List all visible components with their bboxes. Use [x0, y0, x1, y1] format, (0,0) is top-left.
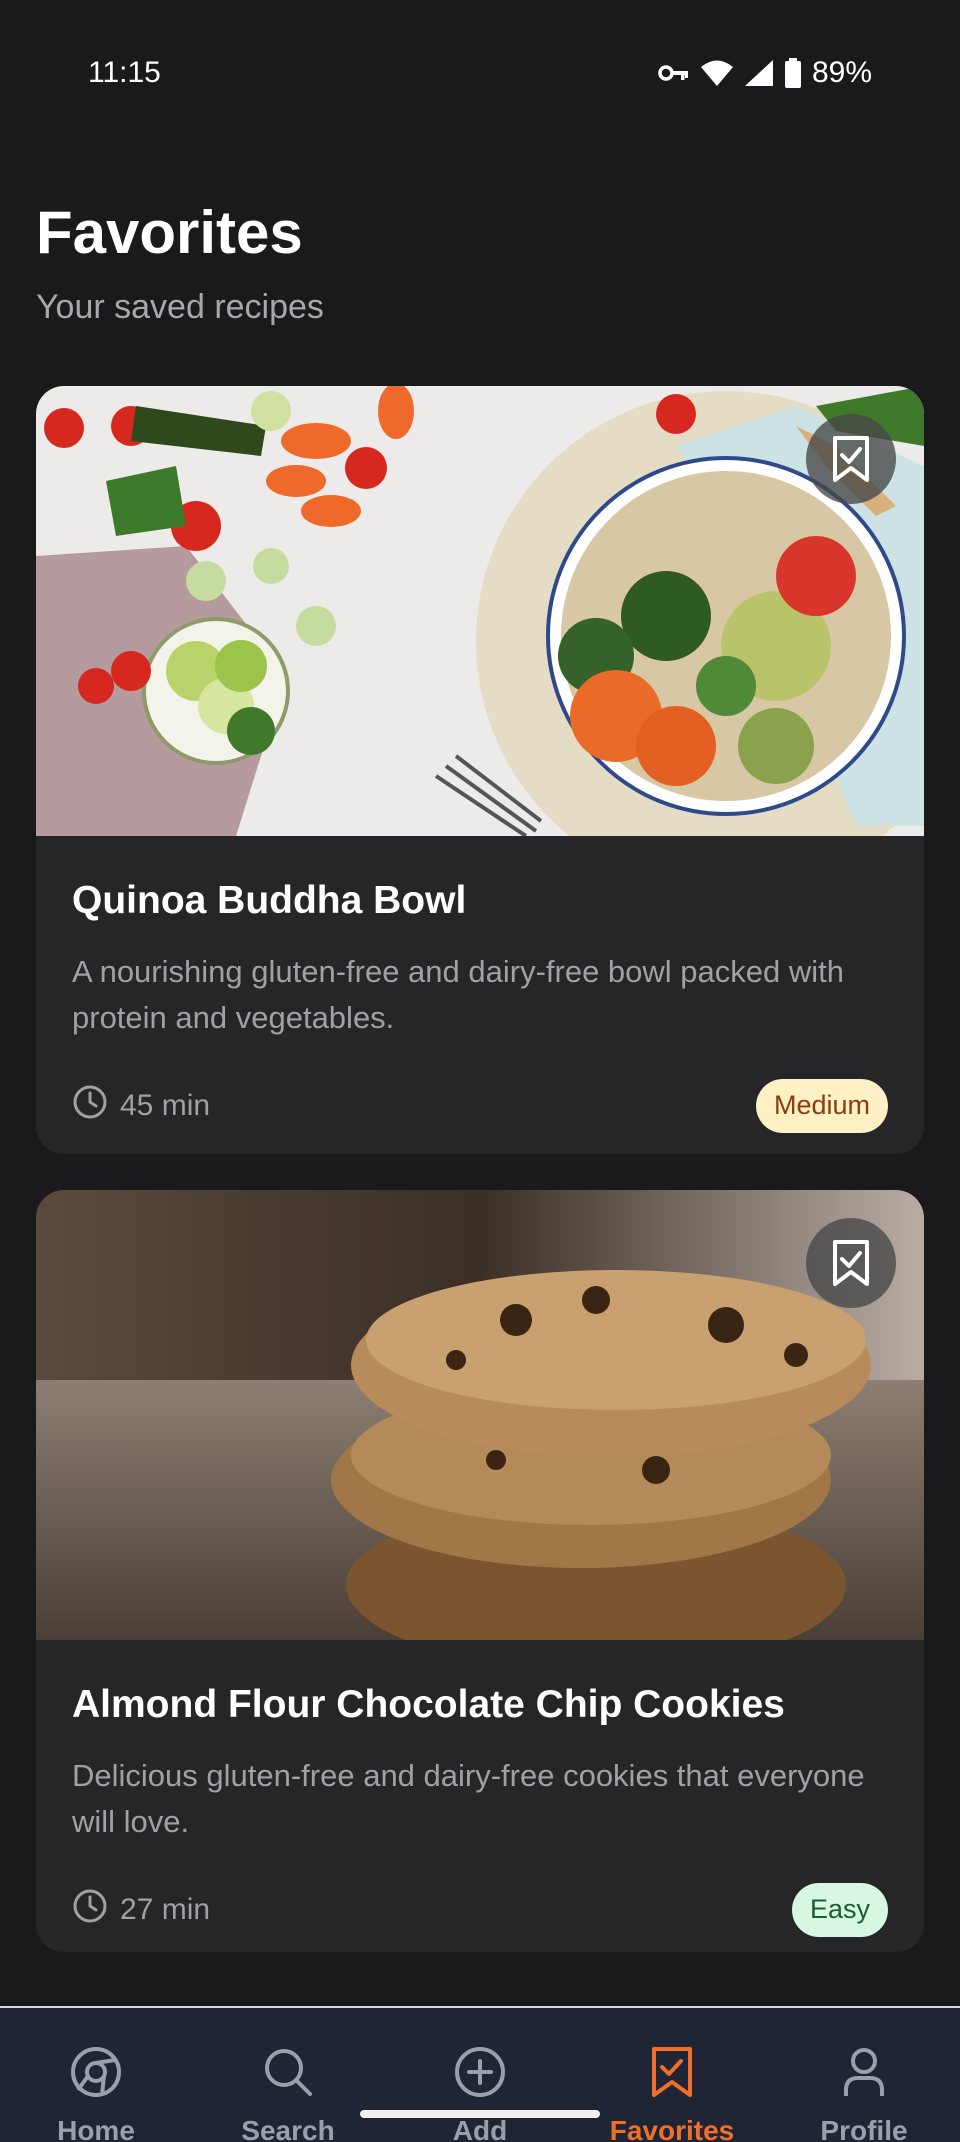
nav-item-profile[interactable]: Profile — [784, 2046, 944, 2142]
difficulty-badge: Easy — [791, 1882, 888, 1937]
recipe-meta: 27 min Easy — [72, 1882, 888, 1937]
recipe-time: 45 min — [72, 1084, 210, 1128]
status-bar: 11:15 89% — [0, 0, 960, 110]
bookmark-check-icon — [650, 2046, 694, 2105]
add-circle-icon — [454, 2046, 506, 2105]
home-logo-icon — [70, 2046, 122, 2105]
recipe-card[interactable]: Almond Flour Chocolate Chip Cookies Deli… — [36, 1190, 924, 1952]
search-icon — [262, 2046, 314, 2105]
bookmark-button[interactable] — [806, 414, 896, 504]
bookmark-check-icon — [831, 1239, 871, 1287]
nav-item-add[interactable]: Add — [400, 2046, 560, 2142]
recipe-time-text: 45 min — [120, 1088, 211, 1122]
battery-icon — [784, 58, 802, 88]
recipe-description: Delicious gluten-free and dairy-free coo… — [72, 1757, 865, 1839]
recipe-title: Almond Flour Chocolate Chip Cookies — [72, 1683, 785, 1726]
bottom-nav: Home Search Add Favorites Profile — [0, 2006, 960, 2142]
nav-item-home[interactable]: Home — [16, 2046, 176, 2142]
recipe-title: Quinoa Buddha Bowl — [72, 879, 467, 922]
signal-icon — [744, 59, 774, 87]
difficulty-badge: Medium — [755, 1078, 888, 1133]
bookmark-check-icon — [831, 435, 871, 483]
clock-icon — [72, 1888, 108, 1932]
wifi-icon — [700, 59, 734, 87]
clock-icon — [72, 1084, 108, 1128]
nav-item-search[interactable]: Search — [208, 2046, 368, 2142]
battery-percent: 89% — [811, 56, 872, 89]
person-icon — [838, 2046, 890, 2105]
recipe-time-text: 27 min — [120, 1892, 211, 1926]
nav-label: Profile — [820, 2115, 908, 2142]
recipe-meta: 45 min Medium — [72, 1078, 888, 1133]
home-indicator[interactable] — [360, 2110, 600, 2118]
status-icons: 89% — [658, 56, 872, 90]
recipe-image — [36, 1190, 924, 1640]
page-title: Favorites — [36, 199, 303, 266]
vpn-key-icon — [658, 62, 690, 84]
recipe-description: A nourishing gluten-free and dairy-free … — [72, 953, 845, 1035]
page-subtitle: Your saved recipes — [36, 288, 324, 326]
nav-label: Favorites — [609, 2115, 735, 2142]
nav-label: Add — [452, 2115, 508, 2142]
card-body: Quinoa Buddha Bowl A nourishing gluten-f… — [36, 836, 924, 1133]
nav-label: Home — [57, 2115, 135, 2142]
status-time: 11:15 — [88, 56, 161, 89]
nav-item-favorites[interactable]: Favorites — [592, 2046, 752, 2142]
recipe-image — [36, 386, 924, 836]
nav-label: Search — [241, 2115, 335, 2142]
recipe-card[interactable]: Quinoa Buddha Bowl A nourishing gluten-f… — [36, 386, 924, 1154]
recipe-time: 27 min — [72, 1888, 210, 1932]
bookmark-button[interactable] — [806, 1218, 896, 1308]
card-body: Almond Flour Chocolate Chip Cookies Deli… — [36, 1640, 924, 1937]
